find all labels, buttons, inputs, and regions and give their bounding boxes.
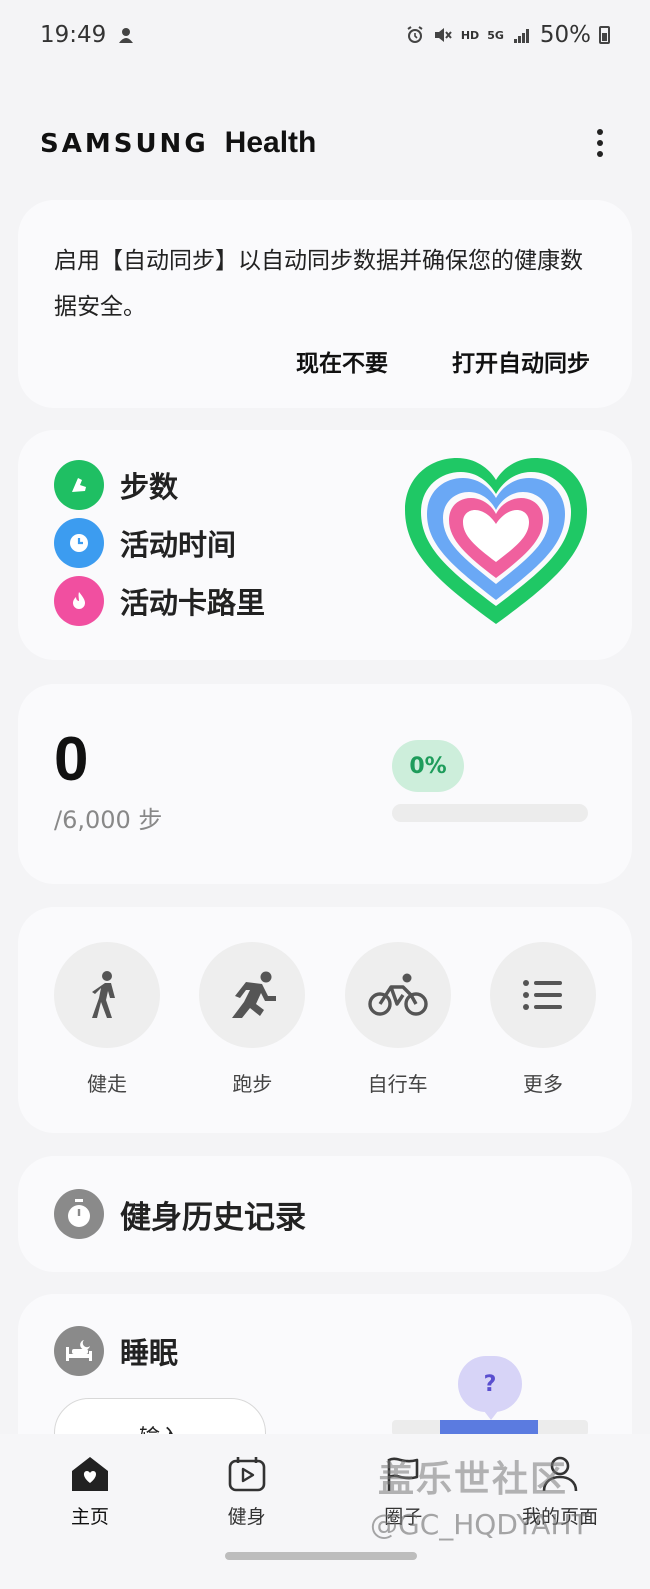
stopwatch-icon (54, 1189, 104, 1239)
nav-item-home[interactable]: 主页 (30, 1452, 150, 1529)
watermark-community: 盖乐世社区 (378, 1459, 569, 1500)
brand-health: Health (224, 126, 317, 159)
metric-row-active-calories: 活动卡路里 (54, 576, 265, 626)
auto-sync-actions: 现在不要 打开自动同步 (296, 344, 590, 378)
app-header: SAMSUNG Health (40, 118, 610, 168)
workout-history-title: 健身历史记录 (120, 1199, 306, 1236)
workout-history-card[interactable]: 健身历史记录 (18, 1156, 632, 1272)
status-right: HD 5G 50% (405, 22, 610, 48)
steps-goal: /6,000 步 (54, 806, 163, 834)
workout-more-button[interactable]: 更多 (489, 942, 596, 1097)
battery-icon (599, 26, 610, 44)
signal-icon (513, 29, 529, 43)
auto-sync-message: 启用【自动同步】以自动同步数据并确保您的健康数据安全。 (54, 248, 583, 320)
workout-bike-button[interactable]: 自行车 (344, 942, 451, 1097)
nav-label: 健身 (227, 1506, 266, 1528)
sleep-header: 睡眠 (54, 1326, 178, 1376)
flame-icon (54, 576, 104, 626)
brand-samsung: SAMSUNG (40, 129, 209, 159)
workout-label: 健走 (87, 1072, 127, 1096)
more-dot-icon (597, 151, 603, 157)
workout-label: 自行车 (367, 1072, 428, 1096)
more-dot-icon (597, 129, 603, 135)
workout-run-button[interactable]: 跑步 (199, 942, 306, 1097)
notification-icon (119, 28, 134, 43)
metric-label: 活动时间 (120, 528, 237, 562)
run-icon (199, 942, 306, 1048)
steps-progress-bar (392, 804, 588, 822)
mute-icon (434, 28, 452, 42)
workout-walk-button[interactable]: 健走 (54, 942, 160, 1097)
brand-logo: SAMSUNG Health (40, 126, 316, 160)
metric-row-active-time: 活动时间 (54, 518, 265, 568)
hd-indicator: HD (460, 28, 480, 42)
steps-percent-badge: 0% (392, 740, 464, 792)
alarm-icon (407, 26, 423, 43)
nav-label: 主页 (70, 1506, 109, 1528)
status-bar: 19:49 HD 5G 50% (0, 0, 650, 70)
not-now-button[interactable]: 现在不要 (296, 344, 388, 378)
enable-auto-sync-button[interactable]: 打开自动同步 (452, 344, 590, 378)
walk-icon (54, 942, 160, 1048)
clock-icon (54, 518, 104, 568)
network-indicator: 5G (487, 28, 504, 42)
steps-count: 0 (54, 725, 89, 794)
status-left: 19:49 (40, 22, 136, 48)
activity-heart-rings (405, 458, 587, 624)
quick-workout-card: 健走 跑步 自行车 更多 (18, 907, 632, 1133)
home-indicator[interactable] (225, 1552, 417, 1560)
metric-label: 活动卡路里 (120, 586, 266, 620)
sleep-help-bubble[interactable]: ? (458, 1356, 522, 1420)
steps-card[interactable]: 0 /6,000 步 0% (18, 684, 632, 884)
daily-activity-card[interactable]: 步数 活动时间 活动卡路里 (18, 430, 632, 660)
home-icon (68, 1452, 112, 1496)
nav-item-fitness[interactable]: 健身 (187, 1452, 307, 1529)
metric-label: 步数 (120, 470, 179, 504)
clock-time: 19:49 (40, 22, 107, 48)
watermark-handle: @GC_HQDYAHT (370, 1508, 589, 1541)
activity-metric-list: 步数 活动时间 活动卡路里 (54, 460, 265, 626)
metric-row-steps: 步数 (54, 460, 265, 510)
auto-sync-card: 启用【自动同步】以自动同步数据并确保您的健康数据安全。 现在不要 打开自动同步 (18, 200, 632, 408)
workout-label: 更多 (522, 1072, 563, 1096)
workout-label: 跑步 (232, 1072, 273, 1096)
bed-icon (54, 1326, 104, 1376)
more-options-button[interactable] (590, 125, 610, 161)
list-icon (489, 942, 596, 1048)
battery-percent: 50% (539, 22, 591, 48)
sleep-title: 睡眠 (120, 1336, 179, 1370)
workout-shortcuts: 健走 跑步 自行车 更多 (54, 942, 596, 1097)
fitness-icon (225, 1452, 269, 1496)
bike-icon (344, 942, 451, 1048)
shoe-icon (54, 460, 104, 510)
more-dot-icon (597, 140, 603, 146)
